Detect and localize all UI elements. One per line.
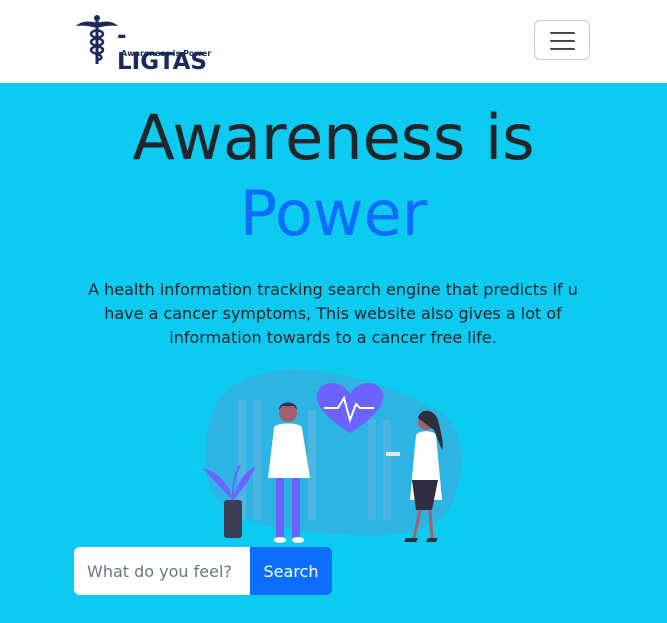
navbar-toggler-button[interactable] <box>534 20 590 60</box>
caduceus-icon <box>76 15 118 64</box>
search-input[interactable] <box>74 547 250 595</box>
search-button[interactable]: Search <box>250 547 332 595</box>
hero-description: A health information tracking search eng… <box>88 280 578 347</box>
brand-logo[interactable]: -LIGTAS Awareness is Power <box>75 14 211 75</box>
navbar: -LIGTAS Awareness is Power <box>0 0 667 83</box>
hero-title: Awareness is <box>132 101 535 174</box>
hero-title-highlight: Power <box>239 177 428 250</box>
brand-tagline: Awareness is Power <box>121 49 212 58</box>
doctors-illustration <box>203 369 462 543</box>
